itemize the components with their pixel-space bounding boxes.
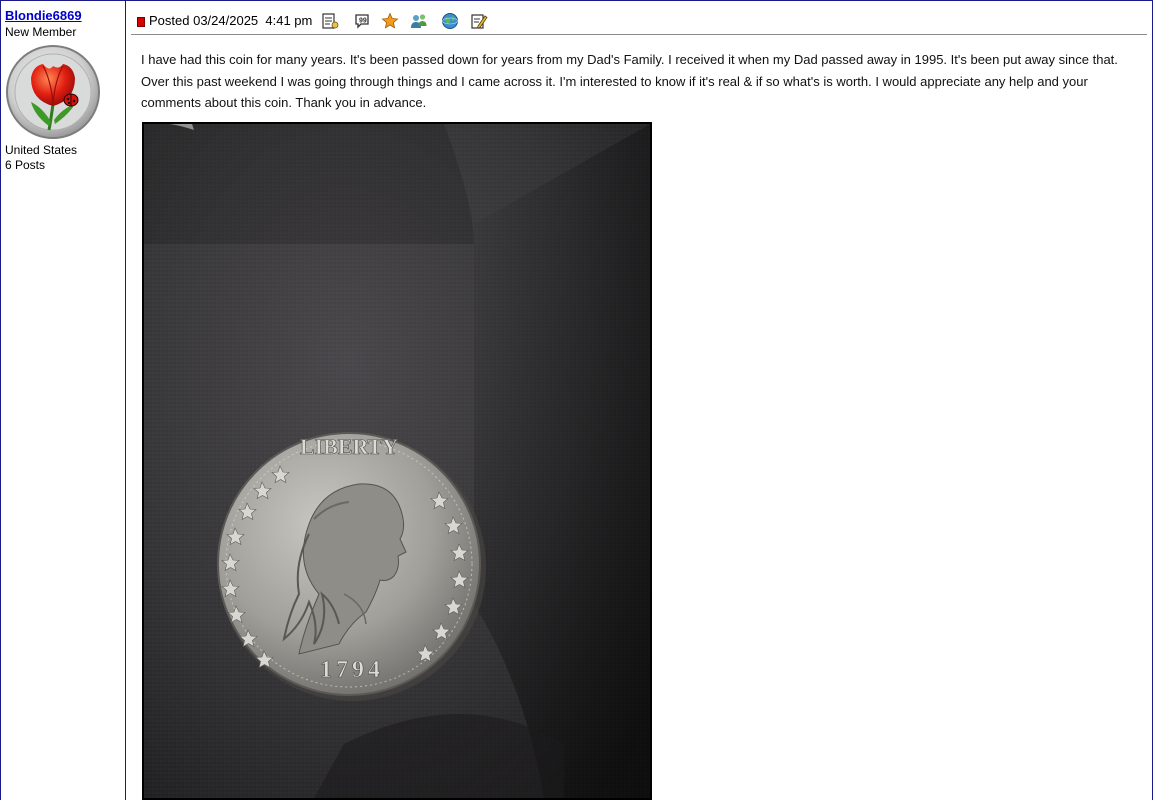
coin-photo[interactable]: LIBERTY 1794 bbox=[142, 122, 652, 800]
coin-legend: LIBERTY bbox=[300, 434, 398, 459]
author-post-count: 6 Posts bbox=[5, 158, 46, 172]
coin-date: 1794 bbox=[320, 657, 384, 683]
author-country: United States bbox=[5, 143, 78, 157]
svg-text:99: 99 bbox=[359, 18, 367, 25]
coin-photo-image: LIBERTY 1794 bbox=[144, 124, 650, 798]
quote-icon[interactable]: 99 bbox=[353, 12, 371, 30]
post-marker-icon bbox=[137, 17, 145, 27]
edit-icon[interactable] bbox=[470, 12, 488, 30]
author-panel: Blondie6869 New Member United States 6 P… bbox=[1, 1, 126, 800]
post-panel: Posted 03/24/2025 4:41 pm 99 I have had … bbox=[127, 1, 1152, 800]
post-timestamp: Posted 03/24/2025 4:41 pm bbox=[149, 13, 313, 28]
members-icon[interactable] bbox=[410, 12, 428, 30]
favorite-star-icon[interactable] bbox=[381, 12, 399, 30]
post-message: I have had this coin for many years. It'… bbox=[141, 52, 1118, 110]
post-header: Posted 03/24/2025 4:41 pm 99 bbox=[131, 5, 1147, 35]
profile-icon[interactable] bbox=[321, 12, 339, 30]
avatar[interactable] bbox=[5, 44, 101, 140]
author-rank: New Member bbox=[5, 25, 77, 39]
web-globe-icon[interactable] bbox=[441, 12, 459, 30]
author-name-link[interactable]: Blondie6869 bbox=[5, 8, 82, 23]
